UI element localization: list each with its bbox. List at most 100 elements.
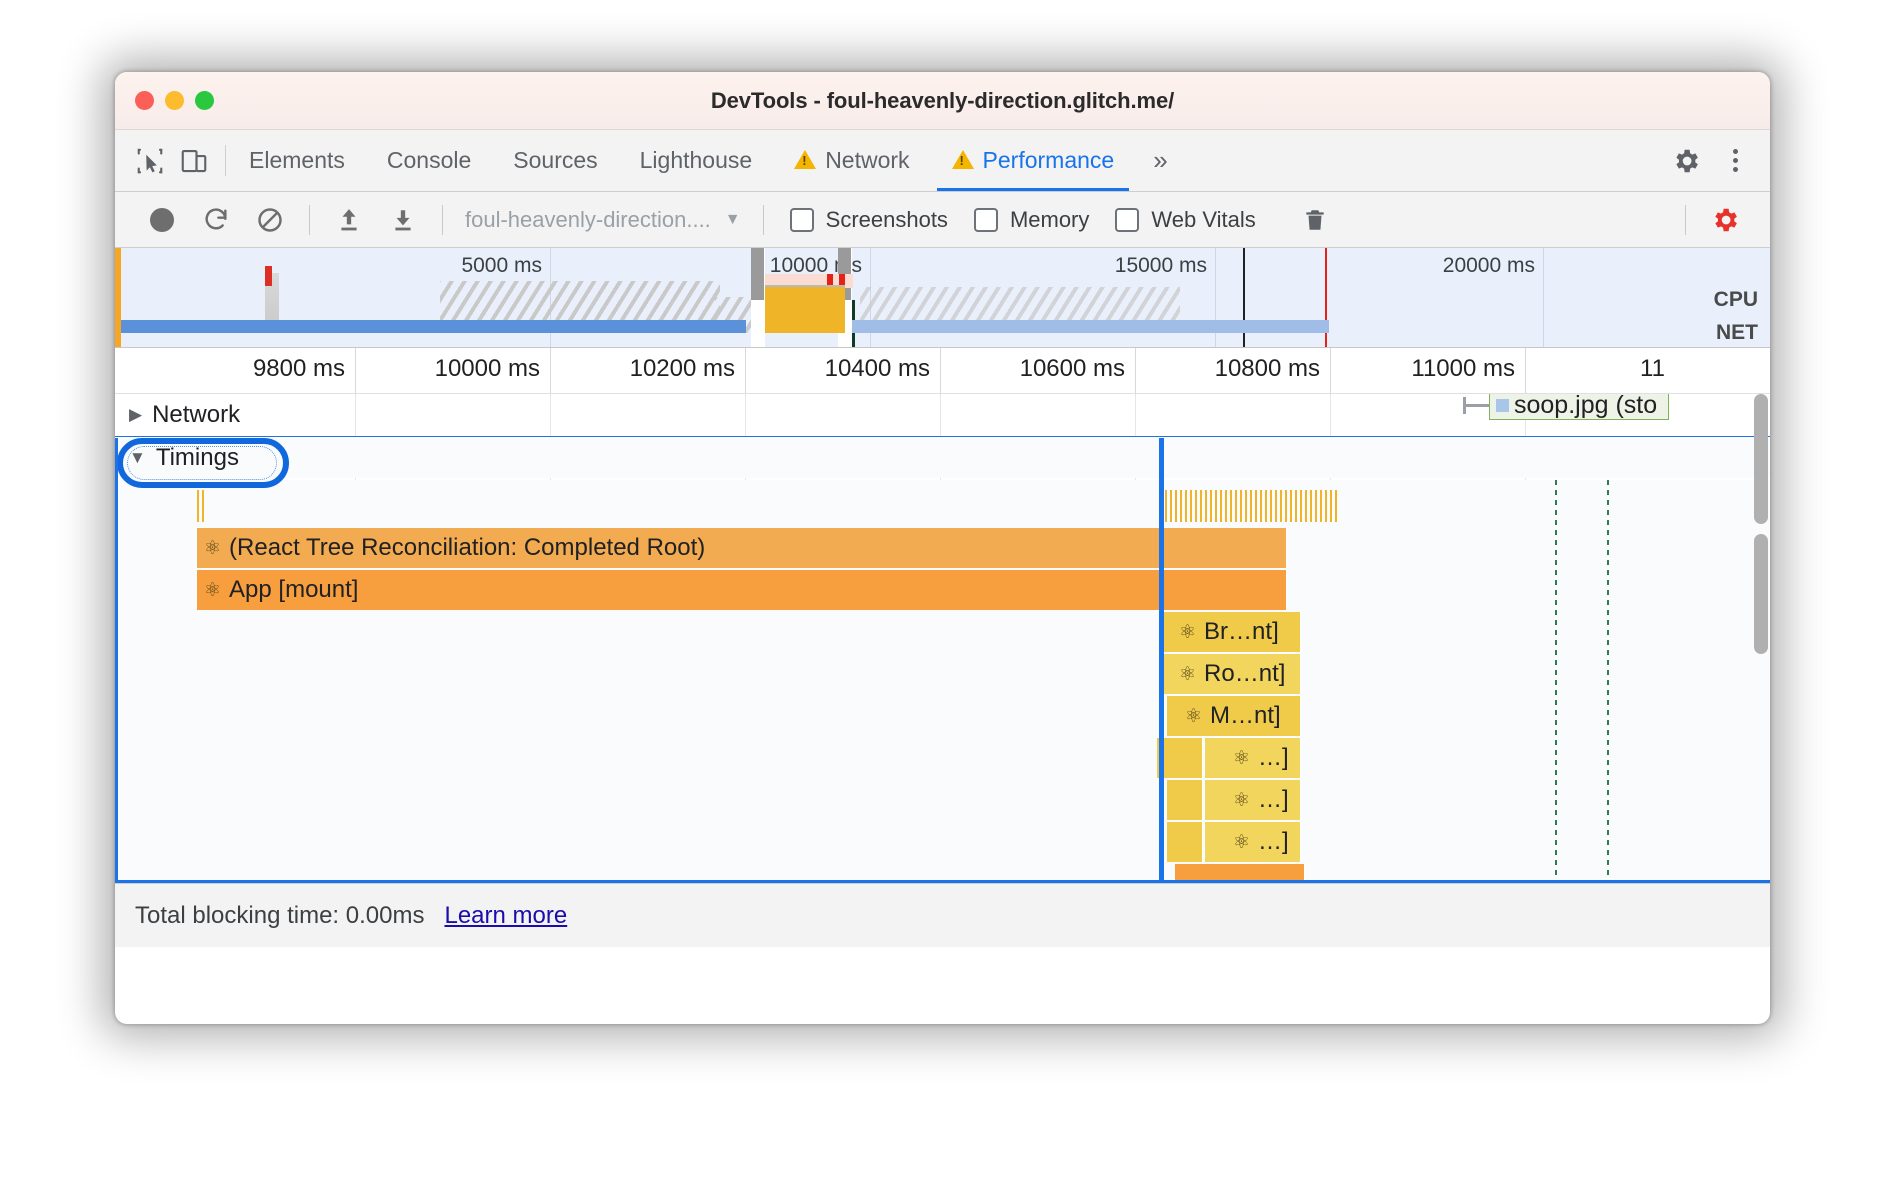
fcp-marker-line (1607, 480, 1609, 883)
tab-performance-label: Performance (982, 147, 1115, 173)
record-button[interactable] (135, 198, 189, 242)
flame-bar-br-nt[interactable]: ⚛ Br…nt] (1161, 612, 1301, 652)
memory-label: Memory (1009, 206, 1090, 232)
tabbar-divider (225, 145, 226, 176)
collect-garbage-button[interactable] (1288, 198, 1342, 242)
react-atom-icon: ⚛ (1179, 621, 1197, 643)
react-atom-icon: ⚛ (204, 579, 222, 601)
flame-bar-m-nt[interactable]: ⚛ M…nt] (1167, 696, 1301, 736)
timings-track-bottom-border (115, 880, 1770, 883)
checkbox-box[interactable] (789, 207, 814, 232)
device-toolbar-icon[interactable] (179, 146, 209, 176)
total-blocking-time-label: Total blocking time: 0.00ms (135, 901, 425, 929)
flame-bar-label: (React Tree Reconciliation: Completed Ro… (229, 534, 706, 561)
load-profile-button[interactable] (322, 198, 376, 242)
reload-icon (205, 207, 227, 229)
toolbar-divider-1 (309, 204, 310, 235)
memory-checkbox[interactable]: Memory (973, 206, 1090, 233)
flame-bar-react-tree-reconciliation[interactable]: ⚛ (React Tree Reconciliation: Completed … (197, 528, 1287, 568)
more-options-kebab-icon[interactable] (1719, 149, 1752, 172)
checkbox-box[interactable] (1115, 207, 1140, 232)
flame-bar-app-mount[interactable]: ⚛ App [mount] (197, 570, 1287, 610)
overview-network-band (121, 320, 746, 333)
flame-bar-sibling[interactable] (1167, 780, 1203, 820)
performance-statusbar: Total blocking time: 0.00ms Learn more (115, 883, 1770, 947)
ruler-tick (1135, 348, 1136, 393)
learn-more-link[interactable]: Learn more (444, 902, 567, 930)
tab-sources[interactable]: Sources (492, 130, 618, 191)
fp-marker-line (1555, 480, 1557, 883)
tab-elements-label: Elements (249, 147, 345, 173)
toolbar-divider-2 (442, 204, 443, 235)
overview-net-lane-label: NET (1716, 321, 1758, 344)
window-titlebar: DevTools - foul-heavenly-direction.glitc… (115, 72, 1770, 130)
page-select-value: foul-heavenly-direction.... (465, 206, 711, 232)
screenshots-checkbox[interactable]: Screenshots (789, 207, 948, 233)
devtools-window: DevTools - foul-heavenly-direction.glitc… (115, 72, 1770, 1024)
tab-console[interactable]: Console (366, 130, 492, 191)
timing-tick-cluster (197, 490, 205, 522)
reload-and-record-button[interactable] (189, 198, 243, 242)
ruler-label-10200: 10200 ms (629, 355, 735, 382)
overview-selection-handle-left[interactable] (751, 248, 764, 300)
chevron-right-icon[interactable]: ▶ (129, 405, 142, 425)
flamechart-body[interactable]: ▶ Network soop.jpg (sto ▼ Timings FP FCP (115, 394, 1770, 883)
tab-network[interactable]: Network (773, 130, 930, 191)
page-select-dropdown[interactable]: foul-heavenly-direction.... ▼ (455, 207, 751, 233)
upload-icon (341, 208, 357, 230)
overview-long-task-marker (265, 266, 272, 286)
track-header-network-label: Network (152, 401, 241, 428)
more-tabs-button[interactable]: » (1135, 130, 1185, 191)
ruler-label-10400: 10400 ms (824, 355, 930, 382)
clear-icon (258, 207, 282, 232)
flame-bar-sibling[interactable] (1167, 822, 1203, 862)
clear-recording-button[interactable] (243, 198, 297, 242)
flame-bar-ro-nt[interactable]: ⚛ Ro…nt] (1161, 654, 1301, 694)
chevron-down-icon[interactable]: ▼ (129, 448, 146, 468)
flamechart-scrollbar[interactable] (1754, 394, 1768, 524)
ruler-label-9800: 9800 ms (252, 355, 345, 382)
tab-lighthouse[interactable]: Lighthouse (619, 130, 774, 191)
react-atom-icon: ⚛ (1233, 831, 1251, 853)
performance-toolbar: foul-heavenly-direction.... ▼ Screenshot… (115, 192, 1770, 248)
ruler-tick (1525, 348, 1526, 393)
warning-triangle-icon (951, 150, 974, 169)
tab-lighthouse-label: Lighthouse (639, 147, 753, 173)
save-profile-button[interactable] (376, 198, 430, 242)
ruler-tick (1330, 348, 1331, 393)
web-vitals-checkbox[interactable]: Web Vitals (1115, 207, 1256, 233)
flamechart-scrollbar-thumb[interactable] (1754, 534, 1768, 654)
screenshot-root: DevTools - foul-heavenly-direction.glitc… (0, 0, 1884, 1178)
flame-bar-ellipsis-1[interactable]: ⚛ …] (1205, 738, 1301, 778)
ruler-label-10000: 10000 ms (434, 355, 540, 382)
settings-gear-icon[interactable] (1657, 146, 1715, 176)
warning-triangle-icon (794, 150, 817, 169)
overview-selection-cpu-fill (765, 285, 845, 333)
flame-bar-ellipsis-3[interactable]: ⚛ …] (1205, 822, 1301, 862)
track-header-timings[interactable]: ▼ Timings (115, 436, 1770, 478)
flame-bar-label: …] (1258, 786, 1289, 813)
toolbar-divider-4 (1685, 204, 1686, 235)
ruler-tick (355, 348, 356, 393)
react-atom-icon: ⚛ (1233, 747, 1251, 769)
capture-settings-button[interactable] (1698, 198, 1752, 242)
ruler-tick (940, 348, 941, 393)
react-atom-icon: ⚛ (1179, 663, 1197, 685)
inspect-element-icon[interactable] (135, 146, 165, 176)
flame-bar-label: Ro…nt] (1204, 660, 1286, 687)
ruler-label-11-partial: 11 (1640, 355, 1665, 382)
checkbox-box[interactable] (973, 207, 998, 232)
chevron-down-icon: ▼ (724, 210, 741, 228)
devtools-tabbar: Elements Console Sources Lighthouse Netw… (115, 130, 1770, 192)
ruler-label-10800: 10800 ms (1214, 355, 1320, 382)
tab-performance[interactable]: Performance (931, 130, 1136, 191)
flame-bar-ellipsis-2[interactable]: ⚛ …] (1205, 780, 1301, 820)
tab-elements[interactable]: Elements (228, 130, 366, 191)
tabbar-right-icons (1648, 130, 1770, 191)
tab-sources-label: Sources (513, 147, 598, 173)
ruler-label-11000: 11000 ms (1411, 355, 1515, 382)
timeline-overview[interactable]: 5000 ms 10000 ms 15000 ms 20000 ms CPU N… (115, 248, 1770, 348)
devtools-tab-list: Elements Console Sources Lighthouse Netw… (228, 130, 1135, 191)
track-header-network[interactable]: ▶ Network (115, 394, 1770, 436)
flame-bar-label: App [mount] (229, 576, 359, 603)
